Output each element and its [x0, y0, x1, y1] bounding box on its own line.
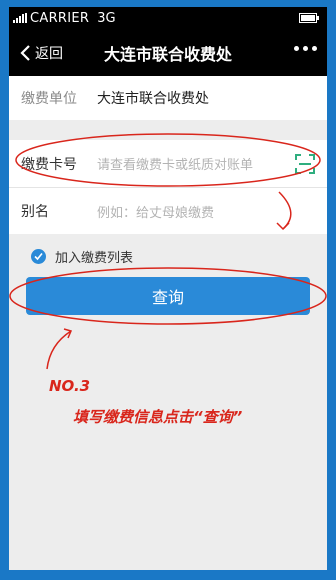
card-number-label: 缴费卡号	[21, 156, 77, 173]
annotation-text: 填写缴费信息点击“查询”	[73, 408, 243, 426]
nav-bar: 返回 大连市联合收费处	[9, 29, 327, 76]
payment-unit-row: 缴费单位 大连市联合收费处	[9, 76, 327, 120]
unit-label: 缴费单位	[21, 91, 77, 107]
add-to-list-toggle[interactable]: 加入缴费列表	[31, 247, 133, 266]
network-type: 3G	[97, 10, 116, 26]
scan-icon[interactable]	[295, 154, 315, 174]
carrier-label: CARRIER	[30, 10, 90, 26]
card-number-field[interactable]: 缴费卡号 请查看缴费卡或纸质对账单	[9, 140, 327, 188]
status-bar: CARRIER 3G	[9, 7, 327, 29]
chevron-left-icon	[20, 44, 30, 61]
unit-value: 大连市联合收费处	[97, 91, 209, 107]
alias-placeholder: 例如：给丈母娘缴费	[97, 205, 215, 221]
add-to-list-label: 加入缴费列表	[55, 251, 134, 266]
annotation-step: NO.3	[49, 377, 91, 395]
signal-icon	[13, 13, 27, 23]
arrow-from-note	[46, 330, 72, 370]
back-button[interactable]: 返回	[19, 43, 63, 63]
battery-icon	[299, 13, 319, 23]
back-label: 返回	[35, 45, 63, 62]
checkmark-icon[interactable]	[31, 249, 46, 264]
card-number-placeholder: 请查看缴费卡或纸质对账单	[97, 158, 254, 173]
more-options-icon[interactable]	[294, 46, 317, 51]
alias-field[interactable]: 别名 例如：给丈母娘缴费	[9, 188, 327, 234]
phone-screen: CARRIER 3G 返回 大连市联合收费处 缴费单位 大连市联合收费处 缴费卡…	[9, 7, 327, 570]
query-button[interactable]: 查询	[26, 277, 310, 315]
alias-label: 别名	[21, 204, 49, 220]
